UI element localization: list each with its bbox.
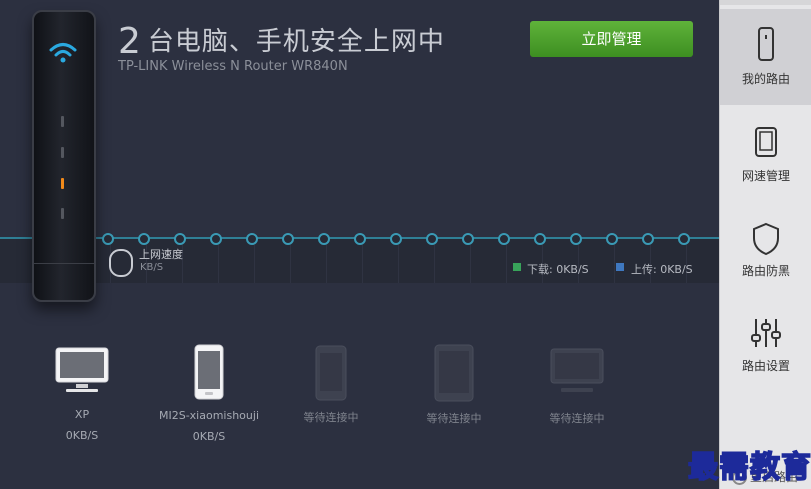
band-divider (470, 245, 471, 283)
network-node (390, 233, 402, 245)
router-led (61, 208, 64, 219)
sidebar-item-label: 路由防黑 (741, 264, 790, 278)
device-slot-waiting: 等待连接中 (290, 345, 372, 425)
laptop-icon (550, 348, 604, 392)
network-node (606, 233, 618, 245)
network-node (138, 233, 150, 245)
router-led-active (61, 178, 64, 189)
network-node (210, 233, 222, 245)
sidebar-item-router-defense[interactable]: 路由防黑 (720, 206, 811, 302)
band-divider (398, 245, 399, 283)
phone-icon (194, 344, 224, 400)
device-slot-waiting: 等待连接中 (536, 347, 618, 426)
band-divider (614, 245, 615, 283)
band-divider (506, 245, 507, 283)
network-node (462, 233, 474, 245)
network-node (678, 233, 690, 245)
wifi-icon (49, 43, 77, 63)
tablet-icon (434, 344, 474, 402)
main-panel: 2 台电脑、手机安全上网中 TP-LINK Wireless N Router W… (0, 0, 719, 489)
network-node (246, 233, 258, 245)
device-name: 等待连接中 (303, 411, 359, 424)
sidebar-item-router-settings[interactable]: 路由设置 (720, 301, 811, 397)
band-divider (326, 245, 327, 283)
network-node (642, 233, 654, 245)
band-divider (362, 245, 363, 283)
network-node (534, 233, 546, 245)
device-name: 等待连接中 (549, 412, 605, 425)
shield-icon (753, 222, 779, 256)
band-divider (434, 245, 435, 283)
device-name: XP (74, 408, 90, 421)
sidebar-item-label: 我的路由 (741, 72, 790, 86)
network-node (318, 233, 330, 245)
sidebar-item-my-router[interactable]: 我的路由 (720, 9, 811, 105)
network-node (498, 233, 510, 245)
download-legend-swatch (513, 263, 521, 271)
speed-value: KB/S (140, 262, 164, 273)
band-divider (290, 245, 291, 283)
device-slot-waiting: 等待连接中 (413, 344, 495, 426)
band-divider (254, 245, 255, 283)
device-item[interactable]: XP 0KB/S (41, 346, 123, 442)
speed-gauge-icon (109, 249, 133, 277)
sliders-icon (751, 319, 781, 347)
status-text: 台电脑、手机安全上网中 (147, 27, 445, 57)
upload-legend-swatch (616, 263, 624, 271)
sidebar: 我的路由 网速管理 路由防黑 路由设置 重启路由 (719, 0, 811, 489)
manage-now-button[interactable]: 立即管理 (530, 21, 693, 57)
phone-icon (315, 345, 347, 401)
router-model: TP-LINK Wireless N Router WR840N (118, 59, 348, 74)
router-led (61, 116, 64, 127)
sidebar-item-label: 路由设置 (741, 359, 790, 373)
device-name: MI2S-xiaomishouji (158, 409, 259, 422)
network-node (282, 233, 294, 245)
router-device (32, 10, 96, 302)
device-count: 2 (118, 21, 142, 62)
network-node (570, 233, 582, 245)
device-name: 等待连接中 (426, 412, 482, 425)
router-icon (758, 27, 774, 61)
speed-label: 上网速度 (139, 248, 183, 261)
network-node (354, 233, 366, 245)
download-speed: 下载: 0KB/S (527, 263, 589, 276)
sidebar-top-edge (720, 0, 811, 5)
device-item[interactable]: MI2S-xiaomishouji 0KB/S (158, 344, 260, 443)
band-divider (218, 245, 219, 283)
laptop-icon (55, 347, 109, 392)
network-node (426, 233, 438, 245)
upload-speed: 上传: 0KB/S (631, 263, 693, 276)
network-node (102, 233, 114, 245)
tablet-icon (755, 127, 777, 157)
device-speed: 0KB/S (192, 430, 226, 443)
sidebar-item-speed-manage[interactable]: 网速管理 (720, 111, 811, 207)
watermark-text: 最需教育 (687, 449, 811, 486)
sidebar-item-label: 网速管理 (741, 169, 790, 183)
router-led (61, 147, 64, 158)
device-speed: 0KB/S (65, 429, 99, 442)
network-node (174, 233, 186, 245)
router-base (34, 263, 94, 300)
page-title: 2 台电脑、手机安全上网中 (118, 18, 445, 62)
